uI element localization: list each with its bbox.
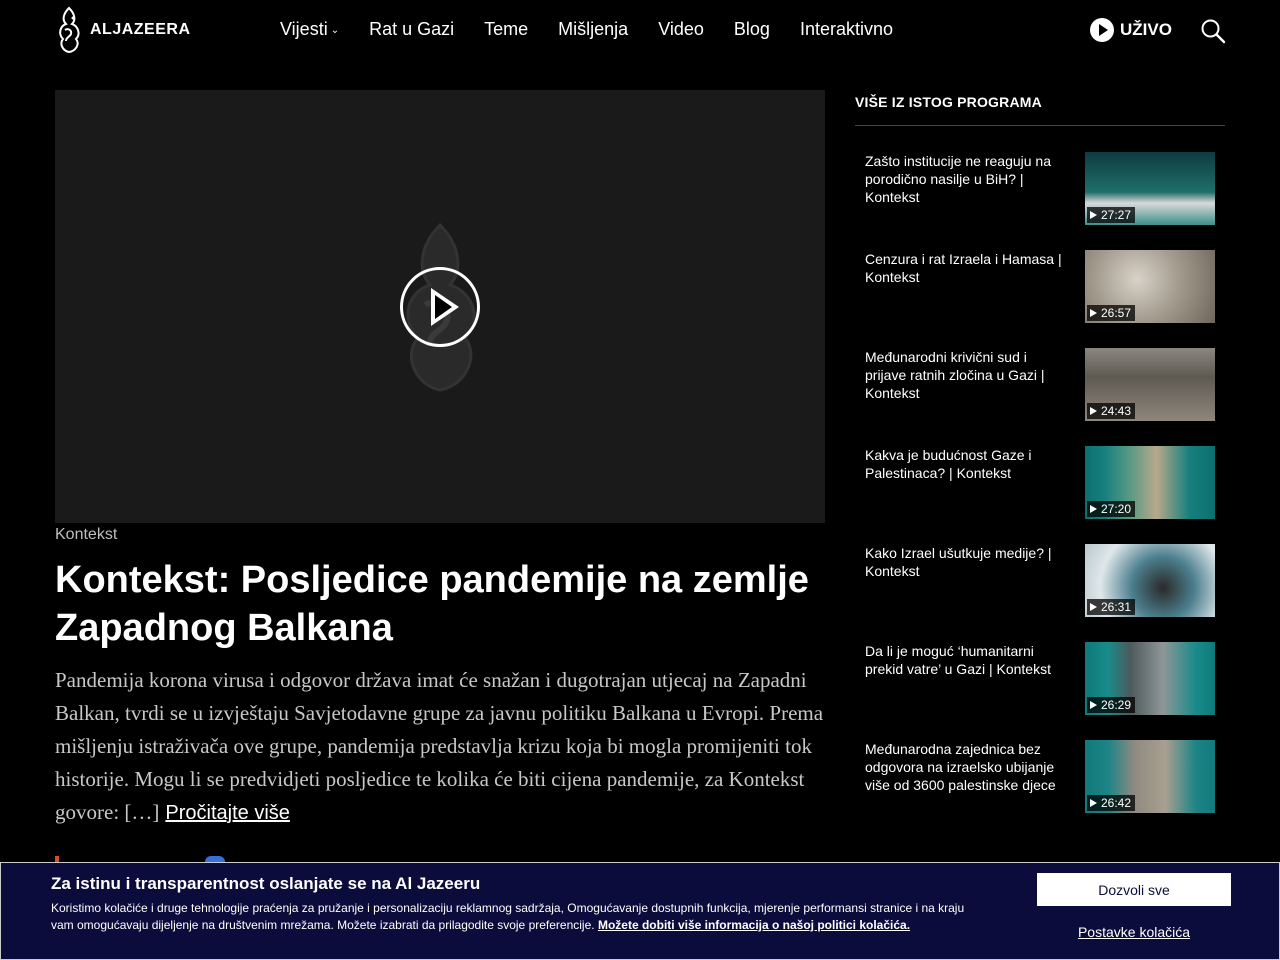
play-icon (1090, 211, 1097, 219)
aljazeera-logo[interactable]: ALJAZEERA (54, 6, 191, 54)
sidebar-heading: VIŠE IZ ISTOG PROGRAMA (855, 94, 1042, 110)
duration-text: 27:27 (1101, 208, 1132, 222)
nav-item-blog[interactable]: Blog (734, 19, 770, 40)
allow-all-button[interactable]: Dozvoli sve (1037, 873, 1231, 906)
duration-text: 27:20 (1101, 502, 1132, 516)
live-button[interactable]: UŽIVO (1090, 18, 1172, 42)
related-video-title[interactable]: Kako Izrael ušutkuje medije? | Kontekst (865, 544, 1070, 580)
cookie-policy-link[interactable]: Možete dobiti više informacija o našoj p… (598, 918, 910, 932)
play-icon (1090, 505, 1097, 513)
play-circle-icon (1090, 18, 1114, 42)
video-thumbnail[interactable]: 27:20 (1085, 446, 1215, 519)
duration-badge: 26:29 (1087, 697, 1136, 713)
related-video-title[interactable]: Da li je moguć ‘humanitarni prekid vatre… (865, 642, 1070, 678)
cookie-text: Koristimo kolačiće i druge tehnologije p… (51, 900, 981, 934)
video-thumbnail[interactable]: 26:57 (1085, 250, 1215, 323)
video-thumbnail[interactable]: 27:27 (1085, 152, 1215, 225)
article-category[interactable]: Kontekst (55, 526, 117, 544)
cookie-banner: Za istinu i transparentnost oslanjate se… (0, 862, 1280, 960)
article-description-text: Pandemija korona virusa i odgovor država… (55, 668, 824, 824)
duration-badge: 24:43 (1087, 403, 1136, 419)
play-icon (1090, 407, 1097, 415)
nav-item-teme[interactable]: Teme (484, 19, 528, 40)
duration-text: 26:31 (1101, 600, 1132, 614)
related-video-item[interactable]: Međunarodni krivični sud i prijave ratni… (865, 348, 1215, 446)
video-thumbnail[interactable]: 26:29 (1085, 642, 1215, 715)
related-video-title[interactable]: Cenzura i rat Izraela i Hamasa | Konteks… (865, 250, 1070, 286)
related-video-title[interactable]: Međunarodna zajednica bez odgovora na iz… (865, 740, 1070, 794)
play-icon (1090, 603, 1097, 611)
related-video-item[interactable]: Kako Izrael ušutkuje medije? | Kontekst … (865, 544, 1215, 642)
nav-item-video[interactable]: Video (658, 19, 704, 40)
related-video-item[interactable]: Kakva je budućnost Gaze i Palestinaca? |… (865, 446, 1215, 544)
related-video-item[interactable]: Da li je moguć ‘humanitarni prekid vatre… (865, 642, 1215, 740)
duration-badge: 26:42 (1087, 795, 1136, 811)
duration-badge: 26:57 (1087, 305, 1136, 321)
duration-text: 26:42 (1101, 796, 1132, 810)
related-video-item[interactable]: Međunarodna zajednica bez odgovora na iz… (865, 740, 1215, 838)
video-thumbnail[interactable]: 24:43 (1085, 348, 1215, 421)
nav-item-interaktivno[interactable]: Interaktivno (800, 19, 893, 40)
related-videos-list: Zašto institucije ne reaguju na porodičn… (865, 152, 1215, 838)
cookie-title: Za istinu i transparentnost oslanjate se… (51, 874, 481, 893)
duration-badge: 27:20 (1087, 501, 1136, 517)
article-description: Pandemija korona virusa i odgovor država… (55, 664, 830, 830)
read-more-link[interactable]: Pročitajte više (165, 802, 290, 824)
duration-badge: 26:31 (1087, 599, 1136, 615)
duration-badge: 27:27 (1087, 207, 1136, 223)
brand-name: ALJAZEERA (90, 21, 191, 38)
related-video-title[interactable]: Kakva je budućnost Gaze i Palestinaca? |… (865, 446, 1070, 482)
video-thumbnail[interactable]: 26:42 (1085, 740, 1215, 813)
video-thumbnail[interactable]: 26:31 (1085, 544, 1215, 617)
video-player[interactable] (55, 90, 825, 523)
nav-item-rat-u-gazi[interactable]: Rat u Gazi (369, 19, 454, 40)
play-icon (1090, 701, 1097, 709)
duration-text: 24:43 (1101, 404, 1132, 418)
duration-text: 26:57 (1101, 306, 1132, 320)
related-video-item[interactable]: Cenzura i rat Izraela i Hamasa | Konteks… (865, 250, 1215, 348)
play-button[interactable] (400, 267, 480, 347)
related-video-title[interactable]: Zašto institucije ne reaguju na porodičn… (865, 152, 1070, 206)
main-nav: Vijesti ⌄ Rat u Gazi Teme Mišljenja Vide… (280, 19, 923, 40)
chevron-down-icon: ⌄ (330, 25, 340, 36)
related-video-item[interactable]: Zašto institucije ne reaguju na porodičn… (865, 152, 1215, 250)
cookie-settings-link[interactable]: Postavke kolačića (1037, 924, 1231, 940)
site-header: ALJAZEERA Vijesti ⌄ Rat u Gazi Teme Mišl… (0, 0, 1280, 60)
nav-item-label: Vijesti (280, 19, 328, 39)
related-video-title[interactable]: Međunarodni krivični sud i prijave ratni… (865, 348, 1070, 402)
nav-item-misljenja[interactable]: Mišljenja (558, 19, 628, 40)
nav-item-vijesti[interactable]: Vijesti ⌄ (280, 19, 339, 40)
aljazeera-logo-icon (59, 6, 80, 54)
sidebar-divider (855, 125, 1225, 126)
live-label: UŽIVO (1120, 20, 1172, 39)
play-icon (1090, 799, 1097, 807)
play-icon (1090, 309, 1097, 317)
duration-text: 26:29 (1101, 698, 1132, 712)
search-icon[interactable] (1200, 18, 1226, 44)
article-title: Kontekst: Posljedice pandemije na zemlje… (55, 559, 809, 649)
